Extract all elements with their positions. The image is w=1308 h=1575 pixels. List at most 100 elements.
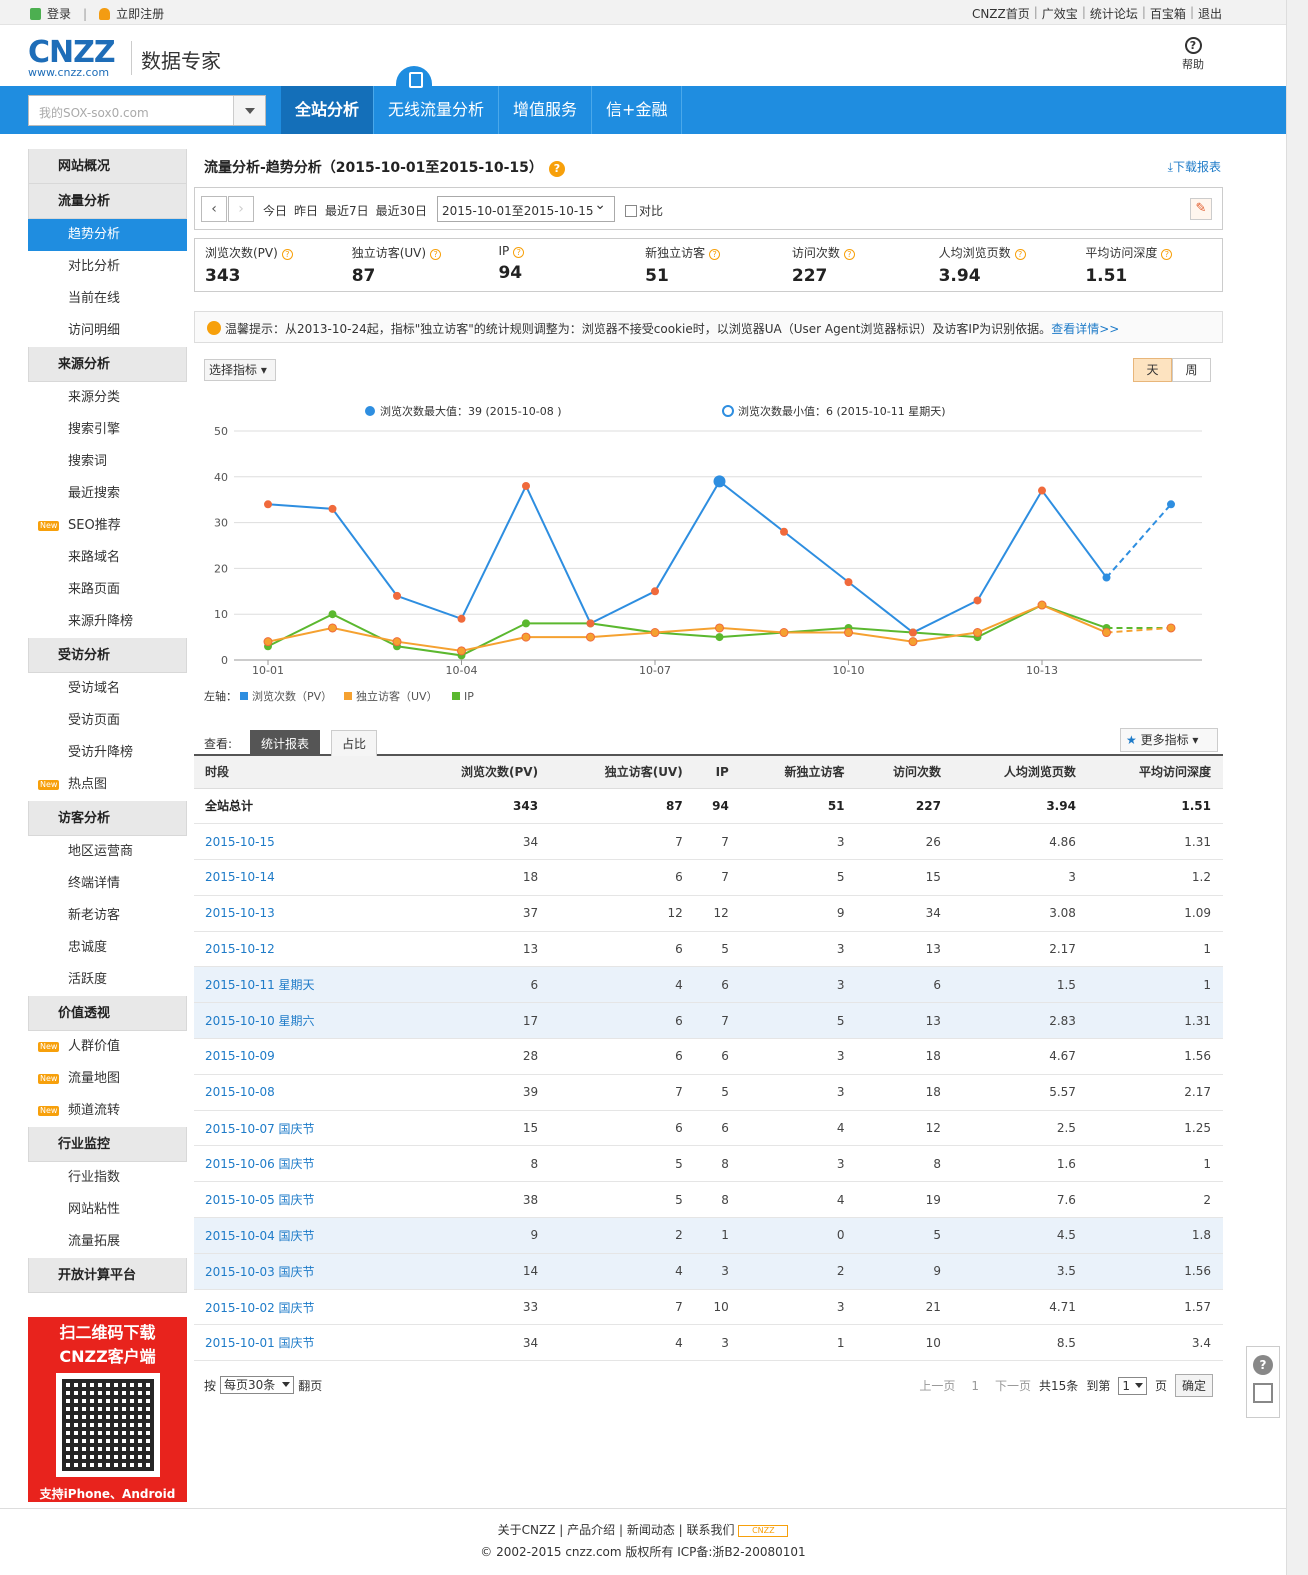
data-point[interactable] xyxy=(263,637,273,647)
pin-icon[interactable]: ✎ xyxy=(1190,198,1212,220)
sidebar-item[interactable]: 地区运营商 xyxy=(28,836,187,868)
footer-links[interactable]: 关于CNZZ | 产品介绍 | 新闻动态 | 联系我们 xyxy=(498,1523,735,1537)
sidebar-item[interactable]: New 频道流转 xyxy=(28,1095,187,1127)
day-button[interactable]: 天 xyxy=(1133,358,1172,382)
data-point[interactable] xyxy=(586,632,595,642)
sidebar-item[interactable]: 活跃度 xyxy=(28,964,187,996)
nav-item[interactable]: 全站分析 xyxy=(281,86,375,134)
qr-icon[interactable] xyxy=(1253,1383,1273,1403)
compare-checkbox[interactable]: 对比 xyxy=(625,202,663,219)
qr-ad[interactable]: 扫二维码下载 CNZZ客户端 支持iPhone、Android xyxy=(28,1317,187,1502)
question-icon[interactable]: ? xyxy=(513,247,525,258)
date-link[interactable]: 2015-10-08 xyxy=(194,1074,407,1111)
date-range-select[interactable]: 2015-10-01至2015-10-15 xyxy=(437,196,615,222)
date-link[interactable]: 2015-10-04 国庆节 xyxy=(194,1217,407,1254)
top-link[interactable]: 广效宝 xyxy=(1042,5,1078,22)
data-point[interactable] xyxy=(457,646,466,656)
legend-label[interactable]: 浏览次数（PV） xyxy=(252,689,332,703)
data-point[interactable] xyxy=(392,637,402,647)
sidebar-item[interactable]: 来路域名 xyxy=(28,542,187,574)
date-link[interactable]: 2015-10-10 星期六 xyxy=(194,1002,407,1040)
sidebar-section[interactable]: 流量分析 xyxy=(28,184,187,219)
data-point[interactable] xyxy=(1037,600,1047,610)
date-link[interactable]: 2015-10-05 国庆节 xyxy=(194,1181,407,1219)
sidebar-item[interactable]: 趋势分析 xyxy=(28,219,187,251)
register-link[interactable]: 立即注册 xyxy=(116,5,164,22)
sidebar-section[interactable]: 受访分析 xyxy=(28,638,187,673)
data-point[interactable] xyxy=(521,632,531,642)
sidebar-item[interactable]: 对比分析 xyxy=(28,251,187,283)
help-button[interactable]: ? 帮助 xyxy=(1178,37,1208,72)
data-point[interactable] xyxy=(586,619,595,628)
nav-item[interactable]: 无线流量分析 xyxy=(374,86,500,134)
cnzz-logo[interactable]: CNZZ www.cnzz.com xyxy=(28,38,120,79)
sidebar-item[interactable]: New SEO推荐 xyxy=(28,510,187,542)
sidebar-item[interactable]: 受访域名 xyxy=(28,673,187,705)
site-selector[interactable]: 我的SOX-sox0.com xyxy=(28,95,266,126)
sidebar-section[interactable]: 来源分析 xyxy=(28,347,187,382)
question-icon[interactable]: ? xyxy=(843,249,855,260)
tab-ratio[interactable]: 占比 xyxy=(331,730,378,756)
date-link[interactable]: 2015-10-13 xyxy=(194,895,407,932)
data-point[interactable] xyxy=(1102,628,1111,638)
question-icon[interactable]: ? xyxy=(1014,249,1026,260)
question-icon[interactable]: ? xyxy=(281,249,293,260)
next-page-link[interactable]: 下一页 xyxy=(995,1377,1031,1394)
data-point[interactable] xyxy=(713,475,726,488)
sidebar-item[interactable]: 流量拓展 xyxy=(28,1226,187,1258)
date-link[interactable]: 2015-10-01 国庆节 xyxy=(194,1324,407,1362)
date-link[interactable]: 2015-10-14 xyxy=(194,859,407,896)
data-point[interactable] xyxy=(1167,500,1175,509)
sidebar-section[interactable]: 网站概况 xyxy=(28,149,187,184)
question-icon[interactable]: ? xyxy=(430,249,442,260)
data-point[interactable] xyxy=(908,637,918,647)
date-link[interactable]: 2015-10-03 国庆节 xyxy=(194,1253,407,1290)
data-point[interactable] xyxy=(844,628,853,638)
sidebar-section[interactable]: 行业监控 xyxy=(28,1127,187,1162)
date-link[interactable]: 2015-10-11 星期天 xyxy=(194,966,407,1004)
data-point[interactable] xyxy=(522,619,530,628)
quick-range-link[interactable]: 最近30日 xyxy=(376,202,427,219)
data-point[interactable] xyxy=(264,500,272,509)
question-icon[interactable]: ? xyxy=(1253,1355,1273,1375)
per-page-select[interactable]: 每页30条 xyxy=(220,1376,295,1394)
sidebar-item[interactable]: 最近搜索 xyxy=(28,478,187,510)
sidebar-item[interactable]: 新老访客 xyxy=(28,900,187,932)
page-number[interactable]: 1 xyxy=(971,1379,979,1393)
sidebar-item[interactable]: 来路页面 xyxy=(28,574,187,606)
week-button[interactable]: 周 xyxy=(1172,358,1211,382)
sidebar-item[interactable]: 终端详情 xyxy=(28,868,187,900)
more-metrics-button[interactable]: ★ 更多指标 ▾ xyxy=(1120,728,1218,752)
data-point[interactable] xyxy=(973,628,982,638)
tab-report[interactable]: 统计报表 xyxy=(250,730,321,756)
sidebar-item[interactable]: 来源升降榜 xyxy=(28,606,187,638)
data-point[interactable] xyxy=(1038,486,1046,495)
chevron-down-icon[interactable] xyxy=(233,96,265,125)
sidebar-item[interactable]: 访问明细 xyxy=(28,315,187,347)
data-point[interactable] xyxy=(328,504,337,513)
legend-label[interactable]: IP xyxy=(464,690,474,703)
sidebar-item[interactable]: New 流量地图 xyxy=(28,1063,187,1095)
data-point[interactable] xyxy=(328,623,337,633)
top-link[interactable]: 百宝箱 xyxy=(1150,5,1186,22)
download-report-link[interactable]: ⤓下载报表 xyxy=(1168,158,1221,175)
data-point[interactable] xyxy=(651,587,659,596)
data-point[interactable] xyxy=(393,591,401,600)
top-link[interactable]: 统计论坛 xyxy=(1090,5,1138,22)
quick-range-link[interactable]: 今日 xyxy=(263,202,287,219)
date-link[interactable]: 2015-10-12 xyxy=(194,931,407,968)
sidebar-section[interactable]: 价值透视 xyxy=(28,996,187,1031)
top-link[interactable]: CNZZ首页 xyxy=(972,5,1030,22)
data-point[interactable] xyxy=(909,628,917,637)
notice-detail-link[interactable]: 查看详情>> xyxy=(1051,322,1119,336)
sidebar-item[interactable]: 网站粘性 xyxy=(28,1194,187,1226)
data-point[interactable] xyxy=(715,633,724,642)
prev-page-link[interactable]: 上一页 xyxy=(919,1377,955,1394)
sidebar-item[interactable]: 受访页面 xyxy=(28,705,187,737)
question-icon[interactable]: ? xyxy=(1161,249,1173,260)
date-link[interactable]: 2015-10-07 国庆节 xyxy=(194,1110,407,1147)
goto-page-select[interactable]: 1 xyxy=(1118,1376,1147,1395)
nav-item[interactable]: 信+金融 xyxy=(592,86,683,134)
quick-range-link[interactable]: 昨日 xyxy=(294,202,318,219)
data-point[interactable] xyxy=(715,623,724,633)
